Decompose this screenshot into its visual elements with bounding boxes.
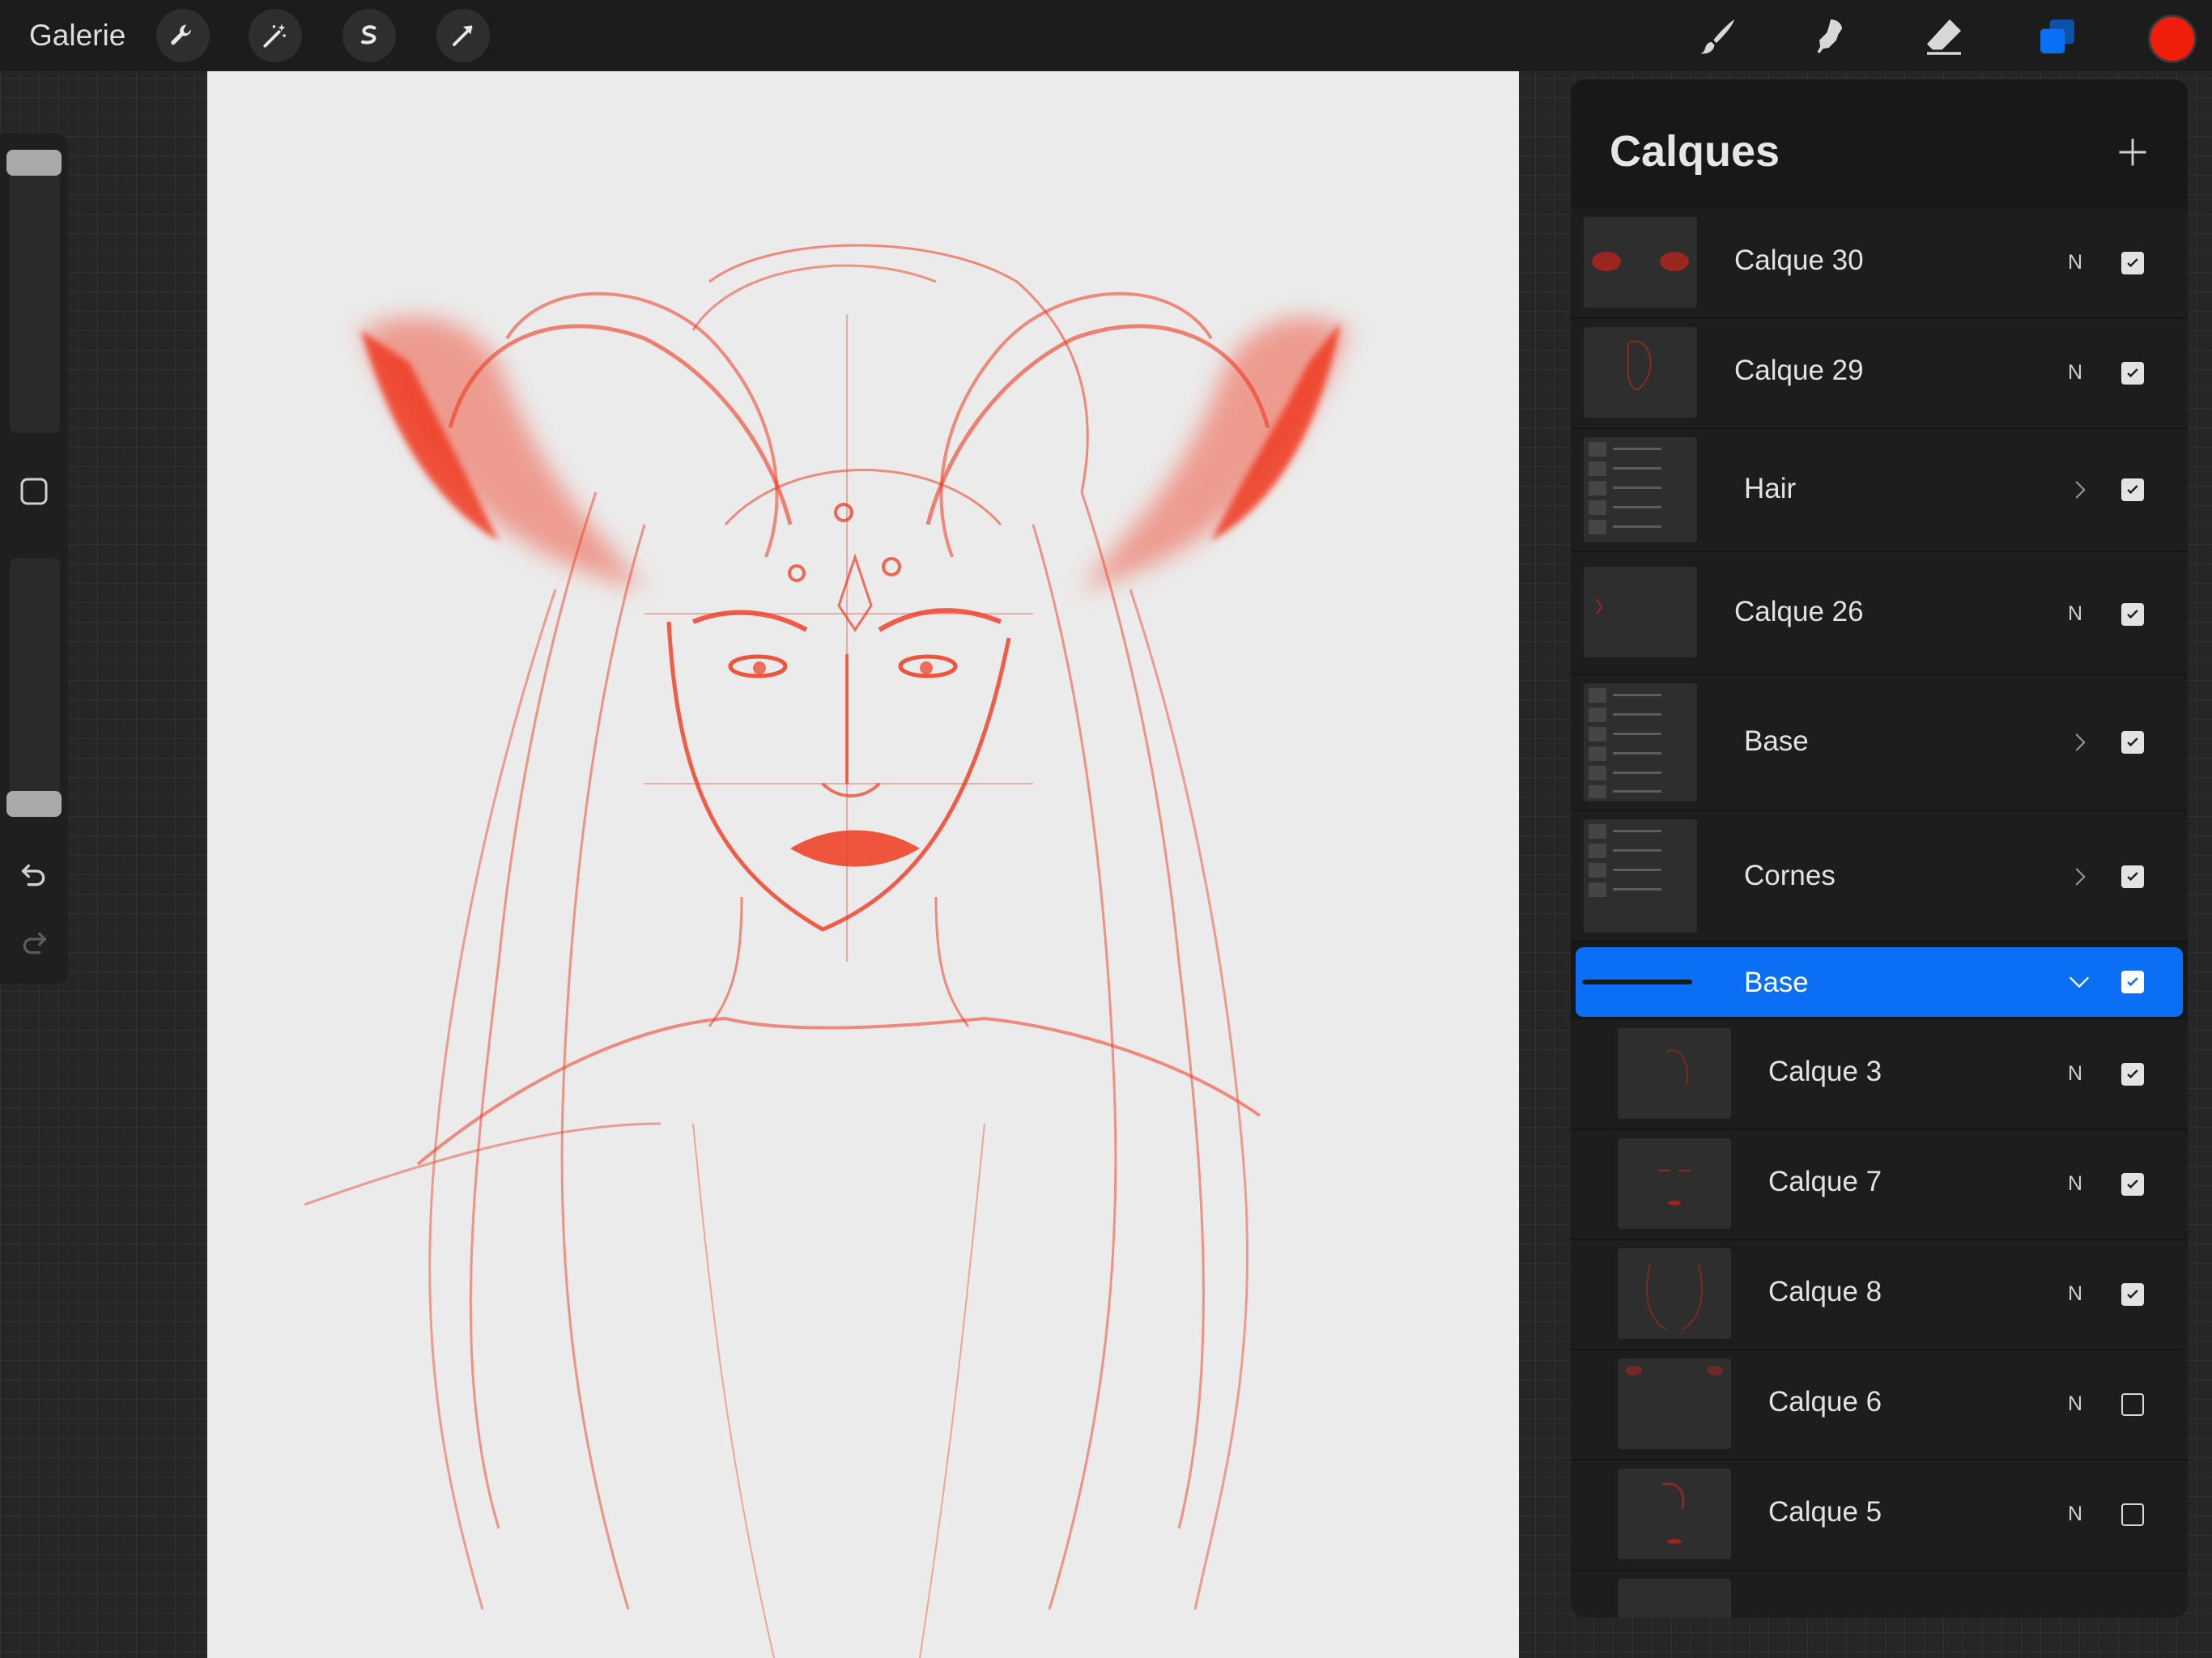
opacity-slider[interactable] xyxy=(10,558,60,817)
gallery-button[interactable]: Galerie xyxy=(29,16,125,55)
eraser-icon[interactable] xyxy=(1919,11,1969,62)
blend-mode-button[interactable]: N xyxy=(2068,251,2082,274)
blend-mode-button[interactable]: N xyxy=(2068,1392,2082,1416)
layer-thumbnail xyxy=(1618,1248,1731,1339)
layer-name: Calque 26 xyxy=(1734,596,1864,627)
layer-name: Calque 3 xyxy=(1768,1056,1882,1087)
blend-mode-button[interactable]: N xyxy=(2068,1172,2082,1196)
undo-icon[interactable] xyxy=(15,856,53,895)
layer-thumbnail xyxy=(1584,327,1697,418)
visibility-checkbox[interactable] xyxy=(2121,865,2144,888)
layer-row[interactable]: Calque 3 N xyxy=(1571,1020,2188,1130)
layer-thumbnail xyxy=(1618,1358,1731,1449)
selection-icon[interactable] xyxy=(342,9,396,62)
color-picker-button[interactable] xyxy=(2148,15,2197,63)
chevron-right-icon[interactable] xyxy=(2063,861,2095,893)
visibility-checkbox[interactable] xyxy=(2121,1393,2144,1416)
blend-mode-button[interactable]: N xyxy=(2068,602,2082,626)
layer-name: Calque 29 xyxy=(1734,355,1864,386)
brush-size-slider[interactable] xyxy=(10,158,60,433)
top-toolbar: Galerie xyxy=(0,0,2212,71)
transform-icon[interactable] xyxy=(436,9,490,62)
visibility-checkbox[interactable] xyxy=(2121,1503,2144,1526)
visibility-checkbox[interactable] xyxy=(2121,731,2144,754)
layer-row-partial[interactable] xyxy=(1571,1571,2188,1618)
modify-square-icon[interactable] xyxy=(15,472,53,511)
layers-panel: Calques Calque 30 N Calque 29 N Hair Cal… xyxy=(1571,79,2188,1618)
layer-row[interactable]: Calque 30 N xyxy=(1571,209,2188,319)
drawing-canvas[interactable] xyxy=(207,71,1519,1658)
layer-name: Calque 7 xyxy=(1768,1166,1882,1197)
chevron-down-icon[interactable] xyxy=(2063,966,2095,998)
group-thumbnail xyxy=(1584,683,1697,801)
layer-thumbnail xyxy=(1618,1579,1731,1618)
layer-name: Calque 8 xyxy=(1768,1276,1882,1307)
visibility-checkbox[interactable] xyxy=(2121,1283,2144,1306)
layer-row[interactable]: Calque 6 N xyxy=(1571,1350,2188,1460)
layer-thumbnail xyxy=(1618,1028,1731,1119)
magic-wand-icon[interactable] xyxy=(249,9,302,62)
layer-group-row[interactable]: Base xyxy=(1571,675,2188,811)
redo-icon[interactable] xyxy=(15,924,53,963)
blend-mode-button[interactable]: N xyxy=(2068,1062,2082,1086)
layer-thumbnail xyxy=(1584,217,1697,308)
sketch-artwork xyxy=(304,244,1349,1658)
brush-size-knob[interactable] xyxy=(6,150,62,176)
visibility-checkbox[interactable] xyxy=(2121,252,2144,274)
layers-panel-title: Calques xyxy=(1610,127,1780,176)
layer-thumbnail xyxy=(1618,1138,1731,1229)
group-name: Base xyxy=(1744,725,1809,757)
layers-icon[interactable] xyxy=(2032,11,2082,62)
layer-group-row[interactable]: Cornes xyxy=(1571,811,2188,942)
visibility-checkbox[interactable] xyxy=(2121,603,2144,626)
visibility-checkbox[interactable] xyxy=(2121,1173,2144,1196)
layer-group-row-selected[interactable]: Base xyxy=(1576,947,2183,1018)
visibility-checkbox[interactable] xyxy=(2121,362,2144,385)
wrench-icon[interactable] xyxy=(156,9,210,62)
layer-row[interactable]: Calque 29 N xyxy=(1571,319,2188,429)
left-sidebar xyxy=(0,134,68,984)
brush-icon[interactable] xyxy=(1692,11,1742,62)
blend-mode-button[interactable]: N xyxy=(2068,1282,2082,1306)
layer-name: Calque 30 xyxy=(1734,244,1864,276)
opacity-knob[interactable] xyxy=(6,791,62,817)
visibility-checkbox[interactable] xyxy=(2121,971,2144,993)
smudge-icon[interactable] xyxy=(1806,11,1856,62)
visibility-checkbox[interactable] xyxy=(2121,1063,2144,1086)
group-collapsed-bar xyxy=(1582,980,1692,984)
chevron-right-icon[interactable] xyxy=(2063,474,2095,506)
group-name: Cornes xyxy=(1744,860,1836,891)
group-thumbnail xyxy=(1584,819,1697,933)
layer-row[interactable]: Calque 8 N xyxy=(1571,1240,2188,1350)
layer-thumbnail xyxy=(1618,1469,1731,1559)
visibility-checkbox[interactable] xyxy=(2121,478,2144,501)
group-name: Hair xyxy=(1744,473,1797,504)
layer-row[interactable]: Calque 5 N xyxy=(1571,1460,2188,1571)
group-thumbnail xyxy=(1584,437,1697,542)
layer-name: Calque 6 xyxy=(1768,1386,1882,1418)
blend-mode-button[interactable]: N xyxy=(2068,361,2082,385)
plus-icon[interactable] xyxy=(2110,130,2155,175)
layer-row[interactable]: Calque 26 N xyxy=(1571,552,2188,675)
blend-mode-button[interactable]: N xyxy=(2068,1503,2082,1526)
layer-row[interactable]: Calque 7 N xyxy=(1571,1130,2188,1240)
chevron-right-icon[interactable] xyxy=(2063,726,2095,759)
layer-name: Calque 5 xyxy=(1768,1496,1882,1528)
group-name: Base xyxy=(1744,967,1809,998)
layer-group-row[interactable]: Hair xyxy=(1571,429,2188,552)
layer-thumbnail xyxy=(1584,567,1697,657)
